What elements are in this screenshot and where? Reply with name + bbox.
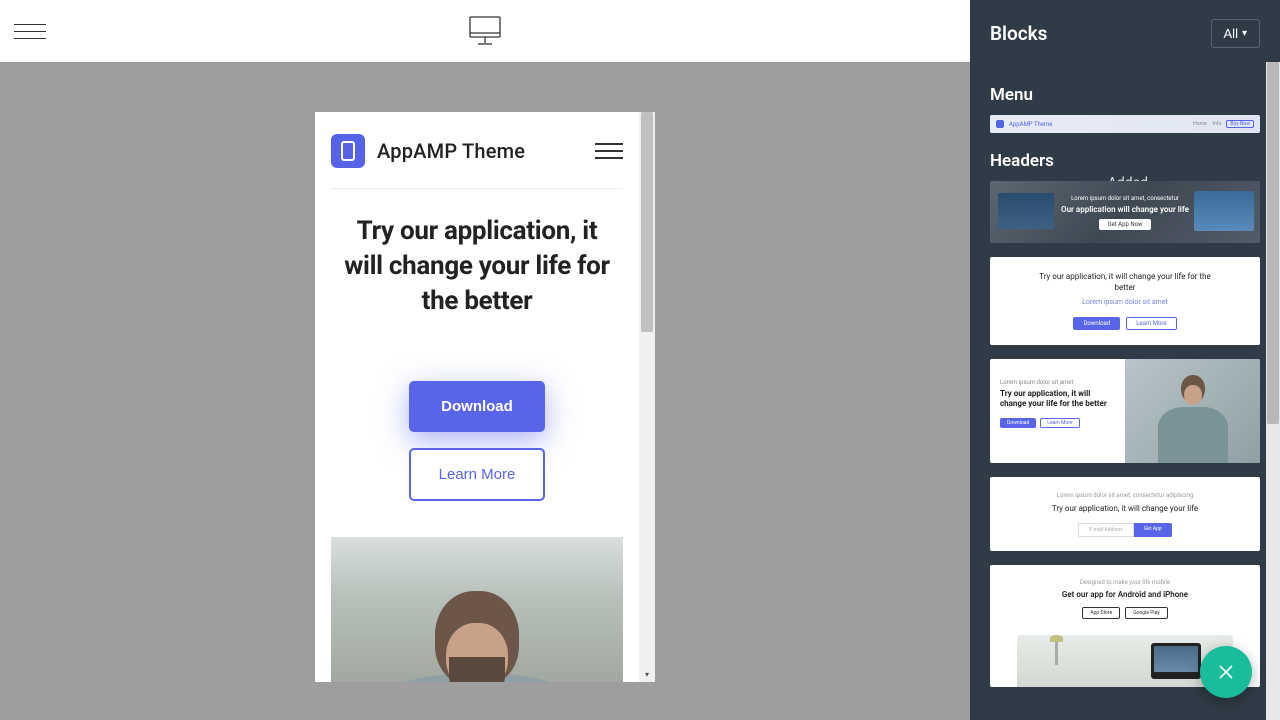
- scroll-down-icon[interactable]: ▾: [639, 666, 655, 682]
- learn-more-button[interactable]: Learn More: [409, 448, 546, 501]
- desktop-preview-icon[interactable]: [468, 15, 502, 47]
- mobile-preview-frame: AppAMP Theme Try our application, it wil…: [315, 112, 655, 682]
- block-thumb-header-2[interactable]: Try our application, it will change your…: [990, 257, 1260, 345]
- blocks-filter-dropdown[interactable]: All: [1211, 19, 1260, 48]
- preview-hero-title[interactable]: Try our application, it will change your…: [335, 214, 619, 319]
- top-toolbar: [0, 0, 970, 62]
- hamburger-icon[interactable]: [0, 0, 60, 62]
- preview-navbar: AppAMP Theme: [331, 112, 623, 189]
- preview-scrollbar[interactable]: ▴ ▾: [639, 112, 655, 682]
- sidebar-scrollbar[interactable]: [1266, 62, 1280, 720]
- block-thumb-header-1[interactable]: Lorem ipsum dolor sit amet, consectetur …: [990, 181, 1260, 243]
- section-menu-label: Menu: [990, 85, 1260, 105]
- download-button[interactable]: Download: [409, 381, 545, 432]
- preview-hamburger-icon[interactable]: [595, 143, 623, 159]
- preview-scroll-thumb[interactable]: [641, 112, 653, 332]
- section-headers-label: Headers: [990, 151, 1260, 171]
- editor-canvas: AppAMP Theme Try our application, it wil…: [0, 62, 970, 720]
- blocks-panel-title: Blocks: [990, 22, 1047, 45]
- preview-hero-image: [331, 537, 623, 682]
- sidebar-scroll-thumb[interactable]: [1267, 62, 1279, 424]
- block-thumb-menu[interactable]: AppAMP Theme HomeInfo Buy Now: [990, 115, 1260, 133]
- blocks-panel: Blocks All Menu Added AppAMP Theme HomeI…: [970, 0, 1280, 720]
- block-thumb-header-4[interactable]: Lorem ipsum dolor sit amet, consectetur …: [990, 477, 1260, 551]
- preview-brand-name: AppAMP Theme: [377, 139, 525, 163]
- block-thumb-header-3[interactable]: Lorem ipsum dolor sit amet Try our appli…: [990, 359, 1260, 463]
- close-icon: [1216, 662, 1236, 682]
- close-panel-button[interactable]: [1200, 646, 1252, 698]
- app-logo-icon: [331, 134, 365, 168]
